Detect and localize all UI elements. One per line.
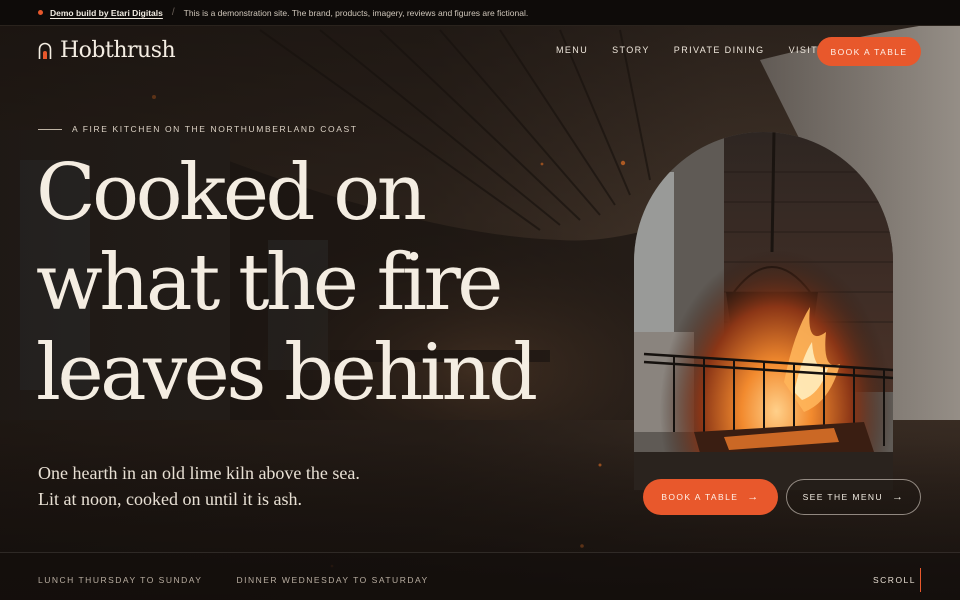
hero-headline: Cooked on what the fire leaves behind [36,148,656,418]
hearth-arch-image [634,132,893,490]
eyebrow-text: A FIRE KITCHEN ON THE NORTHUMBERLAND COA… [72,124,358,134]
brand-name: Hobthrush [60,38,176,63]
hero-cta-group: BOOK A TABLE → SEE THE MENU → [643,479,921,515]
scroll-indicator-line [920,568,921,592]
demo-separator: / [171,7,175,18]
book-table-label: BOOK A TABLE [661,492,739,502]
arrow-right-icon: → [892,491,905,503]
headline-line: leaves behind [36,328,538,418]
demo-notice-bar: Demo build by Etari Digitals / This is a… [0,0,960,26]
site-header: Hobthrush MENU STORY PRIVATE DINING VISI… [0,26,960,78]
opening-hours-bar: LUNCH THURSDAY TO SUNDAY DINNER WEDNESDA… [0,552,960,600]
kiln-arch-icon [38,42,52,59]
headline-line: Cooked on [36,148,427,238]
see-menu-button[interactable]: SEE THE MENU → [786,479,921,515]
demo-credit-link[interactable]: Demo build by Etari Digitals [50,8,163,18]
opening-hours: LUNCH THURSDAY TO SUNDAY DINNER WEDNESDA… [38,575,463,585]
see-menu-label: SEE THE MENU [802,492,883,502]
header-book-table-button[interactable]: BOOK A TABLE [817,37,921,66]
demo-notice-text: This is a demonstration site. The brand,… [183,7,529,18]
book-table-button[interactable]: BOOK A TABLE → [643,479,778,515]
nav-item-story[interactable]: STORY [612,45,650,55]
hero-lede: One hearth in an old lime kiln above the… [38,463,360,509]
eyebrow-rule [38,128,62,130]
hero-eyebrow: A FIRE KITCHEN ON THE NORTHUMBERLAND COA… [38,124,358,134]
nav-item-menu[interactable]: MENU [556,45,588,55]
scroll-indicator-label[interactable]: SCROLL [873,575,916,585]
nav-item-private-dining[interactable]: PRIVATE DINING [674,45,765,55]
main-nav: MENU STORY PRIVATE DINING VISIT [556,45,842,55]
arrow-right-icon: → [747,491,760,503]
hours-dinner: DINNER WEDNESDAY TO SATURDAY [236,575,429,585]
demo-status-dot-icon [38,10,43,15]
brand-logo-link[interactable]: Hobthrush [38,38,176,63]
nav-item-visit[interactable]: VISIT [789,45,819,55]
hours-lunch: LUNCH THURSDAY TO SUNDAY [38,575,203,585]
headline-line: what the fire [36,238,503,328]
